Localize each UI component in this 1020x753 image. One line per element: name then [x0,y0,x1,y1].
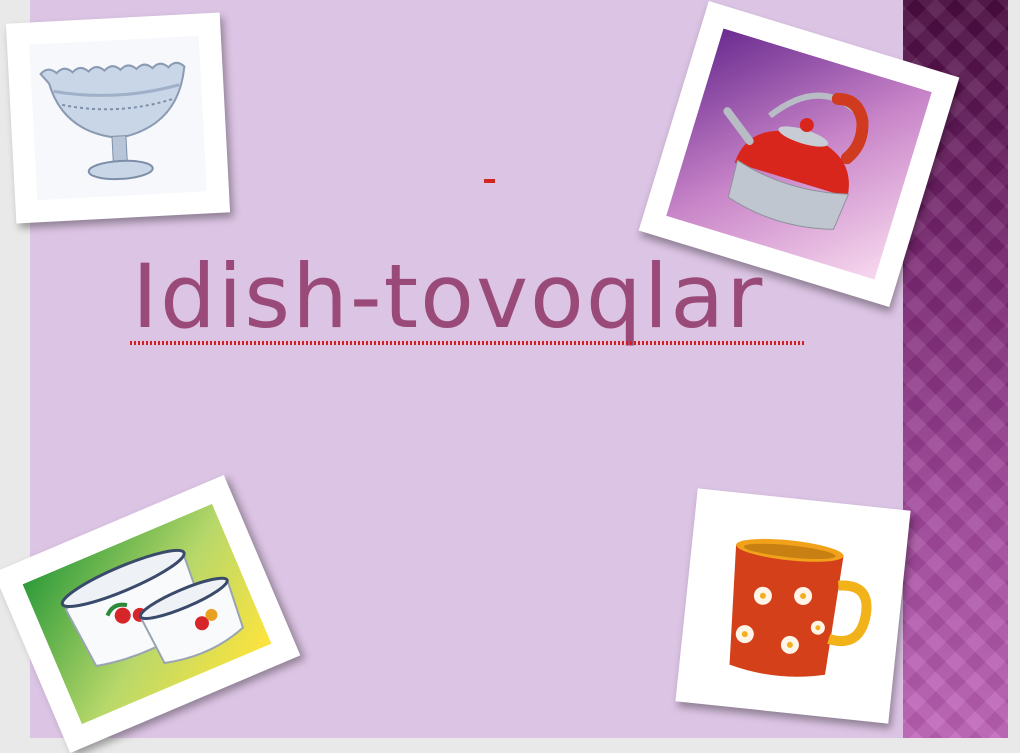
flower-mug-image [699,512,887,700]
red-dash-mark [484,179,495,183]
spellcheck-underline [130,341,805,345]
red-kettle-image [666,28,932,280]
crystal-bowl-image [29,35,207,201]
slide-title[interactable]: Idish-tovoqlar [132,246,764,347]
photo-flower-mug[interactable] [675,488,911,724]
photo-crystal-bowl[interactable] [5,12,231,224]
